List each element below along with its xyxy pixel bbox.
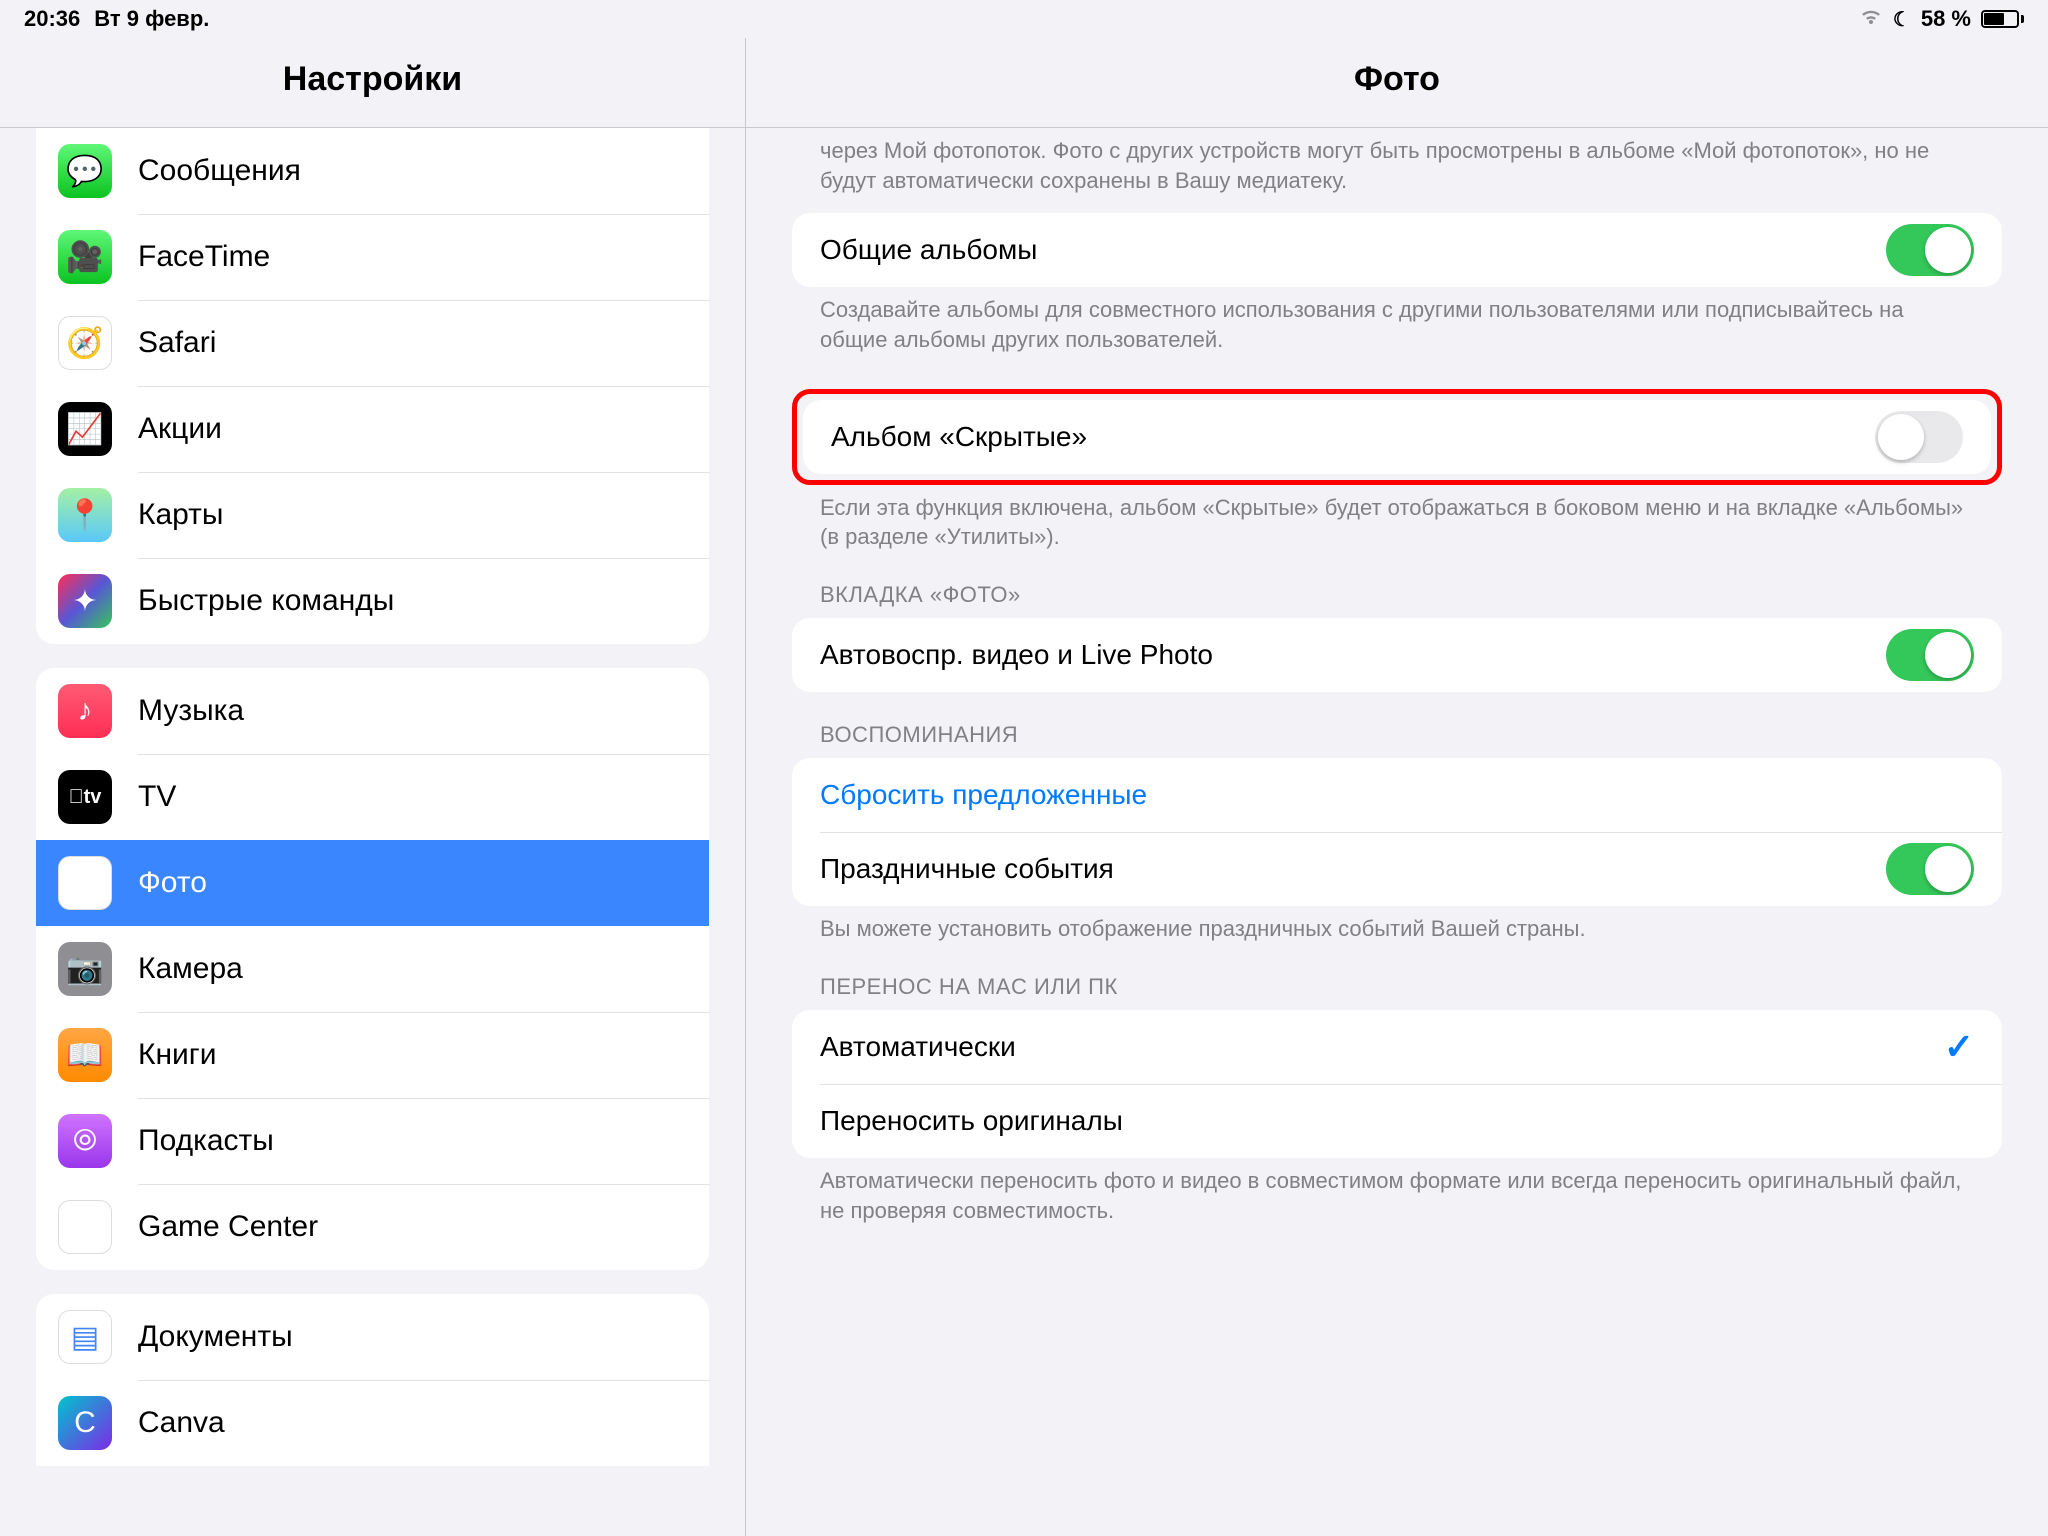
dnd-moon-icon: ☾ — [1893, 7, 1911, 32]
sidebar-label: FaceTime — [138, 240, 270, 274]
reset-suggested-row[interactable]: Сбросить предложенные — [792, 758, 2002, 832]
messages-icon: 💬 — [58, 144, 112, 198]
shared-albums-toggle[interactable] — [1886, 224, 1974, 276]
status-bar: 20:36 Вт 9 февр. ☾ 58 % — [0, 0, 2048, 38]
holiday-events-row[interactable]: Праздничные события — [792, 832, 2002, 906]
memories-header: ВОСПОМИНАНИЯ — [792, 692, 2002, 758]
sidebar-label: Камера — [138, 952, 243, 986]
shared-albums-label: Общие альбомы — [820, 234, 1037, 266]
sidebar-item-shortcuts[interactable]: ✦ Быстрые команды — [36, 558, 709, 644]
memories-footer: Вы можете установить отображение праздни… — [792, 906, 2002, 944]
holiday-events-label: Праздничные события — [820, 853, 1114, 885]
detail-title: Фото — [746, 38, 2048, 128]
hidden-album-row[interactable]: Альбом «Скрытые» — [803, 400, 1991, 474]
sidebar-label: Акции — [138, 412, 222, 446]
battery-text: 58 % — [1921, 6, 1971, 32]
sidebar-label: Game Center — [138, 1210, 318, 1244]
facetime-icon: 🎥 — [58, 230, 112, 284]
photos-icon: ❀ — [58, 856, 112, 910]
wifi-icon — [1859, 6, 1883, 32]
hidden-album-group: Альбом «Скрытые» — [803, 400, 1991, 474]
maps-icon: 📍 — [58, 488, 112, 542]
transfer-footer: Автоматически переносить фото и видео в … — [792, 1158, 2002, 1225]
autoplay-label: Автовоспр. видео и Live Photo — [820, 639, 1213, 671]
memories-group: Сбросить предложенные Праздничные событи… — [792, 758, 2002, 906]
detail-pane: Фото через Мой фотопоток. Фото с других … — [746, 38, 2048, 1536]
gamecenter-icon: ◉ — [58, 1200, 112, 1254]
sidebar-group-1: 💬 Сообщения 🎥 FaceTime 🧭 Safari 📈 Акции 📍 Кар… — [36, 128, 709, 644]
transfer-group: Автоматически ✓ Переносить оригиналы — [792, 1010, 2002, 1158]
sidebar-item-gamecenter[interactable]: ◉ Game Center — [36, 1184, 709, 1270]
sidebar-item-books[interactable]: 📖 Книги — [36, 1012, 709, 1098]
sidebar-item-podcasts[interactable]: ⦾ Подкасты — [36, 1098, 709, 1184]
hidden-album-toggle[interactable] — [1875, 411, 1963, 463]
sidebar-item-safari[interactable]: 🧭 Safari — [36, 300, 709, 386]
sidebar-label: Карты — [138, 498, 224, 532]
sidebar-label: Подкасты — [138, 1124, 274, 1158]
sidebar-item-tv[interactable]: tv TV — [36, 754, 709, 840]
sidebar-label: Safari — [138, 326, 216, 360]
sidebar-item-maps[interactable]: 📍 Карты — [36, 472, 709, 558]
sidebar-group-3: ▤ Документы C Canva — [36, 1294, 709, 1466]
sidebar-label: Сообщения — [138, 154, 301, 188]
sidebar-item-canva[interactable]: C Canva — [36, 1380, 709, 1466]
stocks-icon: 📈 — [58, 402, 112, 456]
transfer-originals-row[interactable]: Переносить оригиналы — [792, 1084, 2002, 1158]
canva-icon: C — [58, 1396, 112, 1450]
settings-sidebar: Настройки 💬 Сообщения 🎥 FaceTime 🧭 Safari 📈… — [0, 38, 746, 1536]
books-icon: 📖 — [58, 1028, 112, 1082]
sidebar-item-music[interactable]: ♪ Музыка — [36, 668, 709, 754]
photostream-footer: через Мой фотопоток. Фото с других устро… — [792, 128, 2002, 195]
checkmark-icon: ✓ — [1944, 1026, 1974, 1068]
status-time: 20:36 — [24, 6, 80, 32]
autoplay-row[interactable]: Автовоспр. видео и Live Photo — [792, 618, 2002, 692]
transfer-auto-label: Автоматически — [820, 1031, 1016, 1063]
sidebar-label: Canva — [138, 1406, 225, 1440]
sidebar-item-facetime[interactable]: 🎥 FaceTime — [36, 214, 709, 300]
shared-albums-group: Общие альбомы — [792, 213, 2002, 287]
autoplay-group: Автовоспр. видео и Live Photo — [792, 618, 2002, 692]
podcasts-icon: ⦾ — [58, 1114, 112, 1168]
docs-icon: ▤ — [58, 1310, 112, 1364]
sidebar-label: Фото — [138, 866, 207, 900]
sidebar-label: Музыка — [138, 694, 244, 728]
shared-albums-footer: Создавайте альбомы для совместного испол… — [792, 287, 2002, 354]
sidebar-label: Документы — [138, 1320, 293, 1354]
sidebar-label: TV — [138, 780, 176, 814]
safari-icon: 🧭 — [58, 316, 112, 370]
highlight-annotation: Альбом «Скрытые» — [792, 389, 2002, 485]
holiday-events-toggle[interactable] — [1886, 843, 1974, 895]
music-icon: ♪ — [58, 684, 112, 738]
shared-albums-row[interactable]: Общие альбомы — [792, 213, 2002, 287]
sidebar-item-messages[interactable]: 💬 Сообщения — [36, 128, 709, 214]
reset-suggested-label: Сбросить предложенные — [820, 779, 1147, 811]
hidden-album-footer: Если эта функция включена, альбом «Скрыт… — [792, 485, 2002, 552]
status-date: Вт 9 февр. — [94, 6, 209, 32]
transfer-originals-label: Переносить оригиналы — [820, 1105, 1123, 1137]
photos-tab-header: ВКЛАДКА «ФОТО» — [792, 552, 2002, 618]
sidebar-label: Быстрые команды — [138, 584, 394, 618]
camera-icon: 📷 — [58, 942, 112, 996]
sidebar-item-documents[interactable]: ▤ Документы — [36, 1294, 709, 1380]
hidden-album-label: Альбом «Скрытые» — [831, 421, 1087, 453]
sidebar-title: Настройки — [0, 38, 745, 128]
autoplay-toggle[interactable] — [1886, 629, 1974, 681]
transfer-auto-row[interactable]: Автоматически ✓ — [792, 1010, 2002, 1084]
tv-icon: tv — [58, 770, 112, 824]
battery-icon — [1981, 10, 2024, 28]
sidebar-item-stocks[interactable]: 📈 Акции — [36, 386, 709, 472]
sidebar-label: Книги — [138, 1038, 217, 1072]
transfer-header: ПЕРЕНОС НА MAC ИЛИ ПК — [792, 944, 2002, 1010]
sidebar-item-photos[interactable]: ❀ Фото — [36, 840, 709, 926]
sidebar-group-2: ♪ Музыка tv TV ❀ Фото 📷 Камера 📖 Книги ⦾ Подк… — [36, 668, 709, 1270]
sidebar-item-camera[interactable]: 📷 Камера — [36, 926, 709, 1012]
shortcuts-icon: ✦ — [58, 574, 112, 628]
